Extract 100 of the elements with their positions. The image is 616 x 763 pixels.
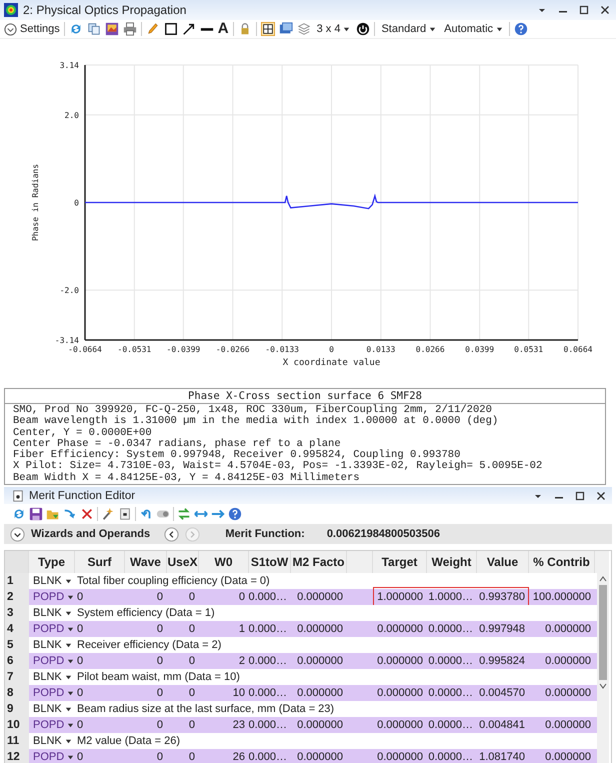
info-line: Beam wavelength is 1.31000 µm in the media with index 1.00000 at 0.0000 (deg) [13,416,500,428]
square-icon[interactable] [118,507,132,522]
table-cell-text: 0 [76,622,84,638]
back-icon[interactable] [164,526,180,542]
arrow-icon[interactable] [182,22,196,36]
type-dropdown[interactable]: POPD [29,749,75,763]
row-number[interactable]: 9 [5,701,29,718]
row-number[interactable]: 12 [5,749,29,763]
row-number[interactable]: 1 [5,573,29,590]
text-tool[interactable]: A [218,21,229,37]
table-cell-text: 0.000000 [376,622,424,638]
scroll-up-icon[interactable] [599,575,607,584]
x-tick-label: -0.0531 [118,345,152,354]
caret-icon [67,626,74,633]
row-number[interactable]: 7 [5,669,29,686]
save-image-icon[interactable] [104,22,119,36]
scroll-down-icon[interactable] [599,682,607,690]
comment-cell-text: Beam radius size at the last surface, mm (Data = 23) [76,702,336,718]
help-icon[interactable] [514,22,528,36]
row-number[interactable]: 8 [5,685,29,702]
table-cell-text: 0 [156,654,164,670]
wizards-label[interactable]: Wizards and Operands [31,528,150,540]
grid-toggle-icon[interactable] [260,22,275,36]
table-cell-text: 0 [188,654,196,670]
close-icon[interactable] [596,490,606,501]
table-cell-text: 0.0000… [427,718,474,734]
x-tick-label: 0.0664 [564,345,592,354]
table-cell-text: 0.000… [249,622,288,638]
style-dropdown[interactable]: Standard [379,23,438,35]
power-icon[interactable] [356,22,370,36]
layout-dropdown[interactable]: 3 x 4 [314,23,352,35]
table-cell-text: 0 [156,718,164,734]
y-tick-label: 3.14 [60,61,79,70]
refresh-icon[interactable] [68,22,83,36]
table-cell-text: 0.000000 [544,686,592,702]
print-icon[interactable] [122,22,137,36]
scrollbar[interactable] [597,551,609,763]
row-number[interactable]: 6 [5,653,29,670]
save-icon[interactable] [29,507,43,522]
maximize-icon[interactable] [575,490,585,501]
rectangle-icon[interactable] [164,22,178,36]
row-number[interactable]: 2 [5,589,29,606]
y-axis-title: Phase in Radians [31,164,40,242]
table-cell-text: 1.0000… [427,590,474,606]
table-cell-text: 1.081740 [478,750,526,763]
table-cell-text: 0 [238,590,246,606]
scale-dropdown[interactable]: Automatic [442,23,506,35]
caret-icon [429,26,436,32]
type-dropdown[interactable]: POPD [29,717,75,734]
table-cell-text: 0.000000 [376,718,424,734]
layers-icon[interactable] [296,22,311,36]
y-tick-label: -2.0 [60,286,79,296]
refresh-icon[interactable] [12,507,26,522]
pencil-icon[interactable] [146,22,160,36]
info-line: Center Phase = -0.0347 radians, phase ref to a plane [13,438,342,450]
table-cell-text: 0 [76,750,84,763]
document-icon [12,490,24,502]
table-cell-text: 0.000… [249,750,288,763]
x-tick-label: 0.0531 [514,345,544,354]
caret-icon [64,610,72,617]
x-tick-label: -0.0133 [265,345,299,354]
collapse-icon[interactable] [10,526,25,542]
type-dropdown[interactable]: POPD [29,653,75,670]
caret-icon [67,658,74,665]
row-number[interactable]: 3 [5,605,29,622]
window-icon[interactable] [278,22,293,36]
help-icon[interactable] [228,507,242,522]
merit-function-value: 0.00621984800503506 [326,528,440,540]
swap-arrows-icon[interactable] [177,507,191,522]
x-tick-label: 0.0399 [465,345,494,354]
table-cell-text: 0.0000… [427,686,474,702]
table-cell-text: 0.000… [249,590,288,606]
y-tick-label: -3.14 [54,336,79,345]
table-cell-text: 0.000000 [376,654,424,670]
wand-icon[interactable] [101,507,115,522]
type-dropdown[interactable]: POPD [29,685,75,702]
caret-icon [67,594,74,601]
scrollbar-thumb[interactable] [599,585,607,680]
row-number[interactable]: 11 [5,733,29,750]
type-dropdown[interactable]: POPD [29,621,75,638]
undo-arrow-icon[interactable] [139,507,153,522]
delete-icon[interactable] [80,507,94,522]
close-icon[interactable] [600,5,610,15]
maximize-icon[interactable] [579,5,589,15]
row-number[interactable]: 4 [5,621,29,638]
x-tick-label: -0.0399 [166,345,200,354]
x-tick-label: -0.0266 [216,345,250,354]
copy-icon[interactable] [86,22,101,36]
info-line: X Pilot: Size= 4.7310E-03, Waist= 4.5704E-03, Pos= -1.3393E-02, Rayleigh= 5.0095E-02 [13,461,544,472]
table-cell-text: 0.997948 [478,622,526,638]
settings-button[interactable]: Settings [4,22,60,36]
comment-cell-text: Pilot beam waist, mm (Data = 10) [76,670,241,686]
row-number[interactable]: 5 [5,637,29,654]
table-cell-text: 0.000000 [296,622,344,638]
info-line: SMO, Prod No 399920, FC-Q-250, 1x48, ROC 330um, FiberCoupling 2mm, 2/11/2020 [13,405,492,416]
type-dropdown[interactable]: POPD [29,589,75,606]
row-number[interactable]: 10 [5,717,29,734]
table-cell-text: 0 [156,622,164,638]
comment-cell-text: M2 value (Data = 26) [76,734,182,750]
caret-icon [496,26,504,32]
